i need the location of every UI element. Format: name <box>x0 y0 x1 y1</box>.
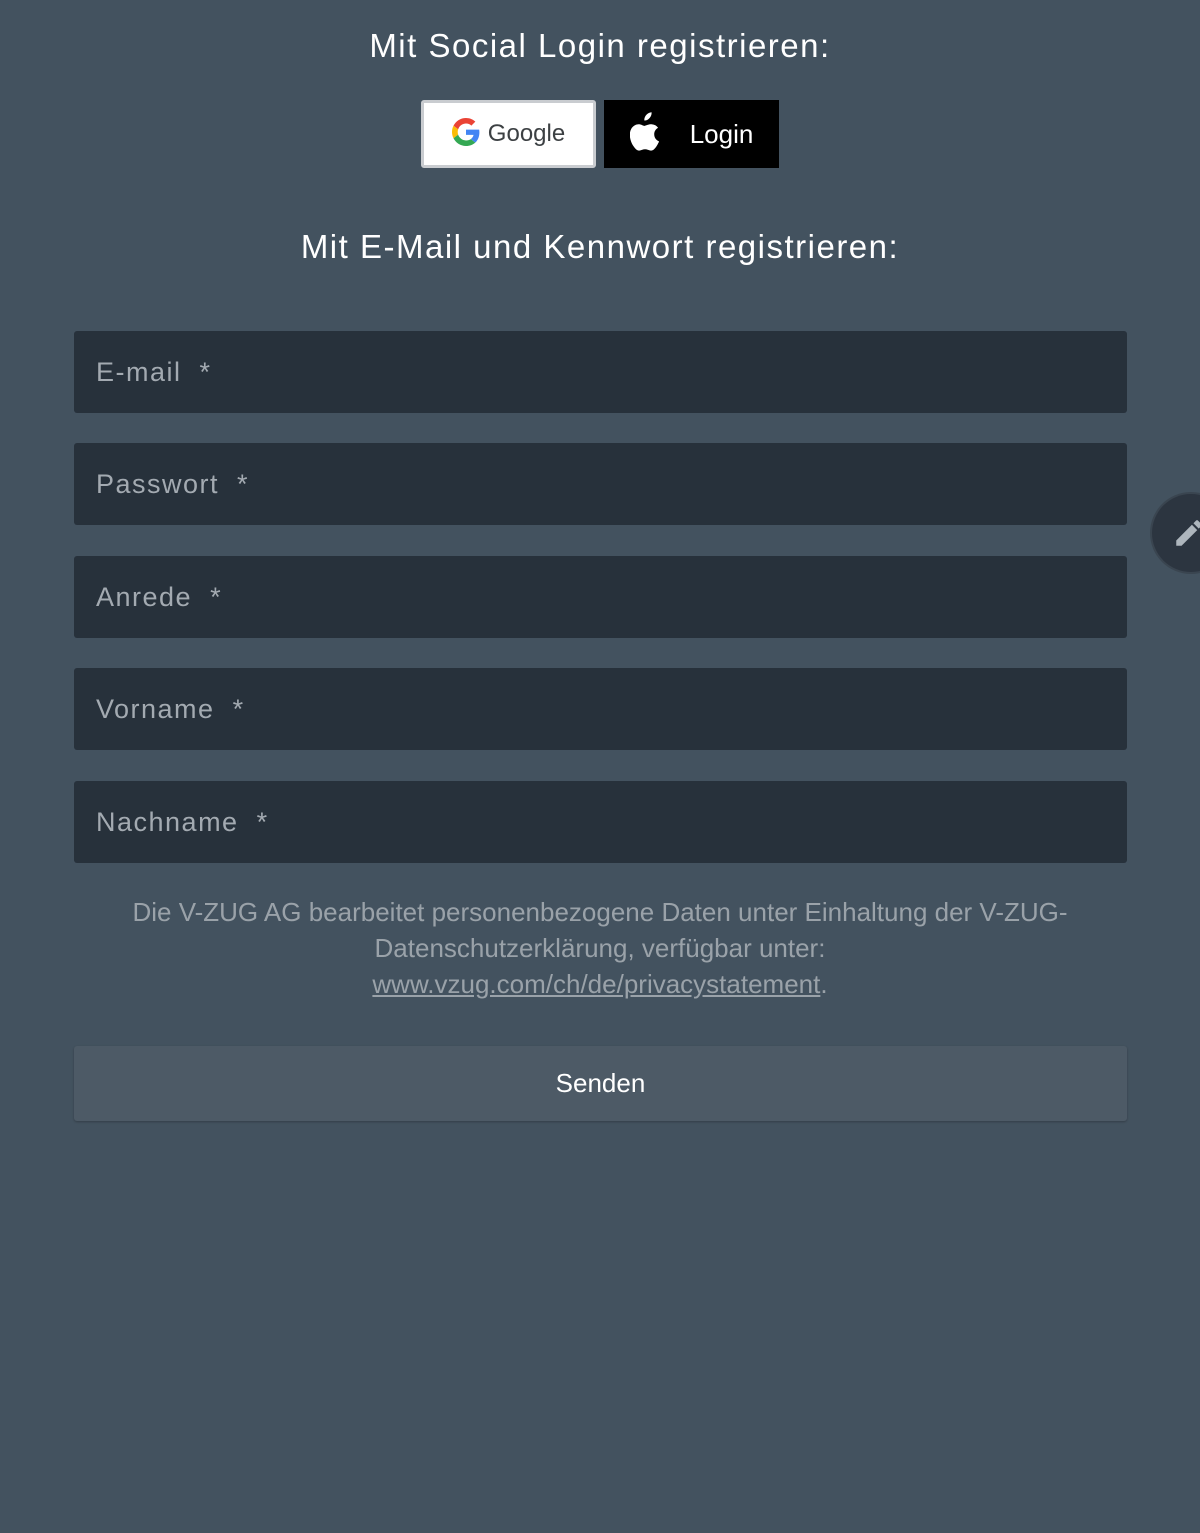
submit-button[interactable]: Senden <box>74 1046 1127 1121</box>
social-login-buttons: Google Login <box>0 100 1200 168</box>
password-input[interactable] <box>74 443 1127 525</box>
firstname-field-container <box>74 668 1127 750</box>
registration-page: Mit Social Login registrieren: Google Lo… <box>0 0 1200 1533</box>
email-signup-heading: Mit E-Mail und Kennwort registrieren: <box>300 228 900 265</box>
apple-login-button[interactable]: Login <box>604 100 779 168</box>
lastname-input[interactable] <box>74 781 1127 863</box>
salutation-field-container <box>74 556 1127 638</box>
edit-floating-button[interactable] <box>1152 494 1200 572</box>
privacy-statement-link[interactable]: www.vzug.com/ch/de/privacystatement <box>372 969 820 999</box>
apple-icon <box>629 111 662 157</box>
pencil-icon <box>1176 520 1200 546</box>
salutation-input[interactable] <box>74 556 1127 638</box>
password-field-container <box>74 443 1127 525</box>
privacy-text: Die V-ZUG AG bearbeitet personenbezogene… <box>132 897 1068 963</box>
privacy-trailing: . <box>820 969 828 999</box>
apple-button-label: Login <box>689 118 754 149</box>
lastname-field-container <box>74 781 1127 863</box>
email-field-container <box>74 331 1127 413</box>
social-login-heading: Mit Social Login registrieren: <box>369 27 831 64</box>
email-input[interactable] <box>74 331 1127 413</box>
google-icon <box>451 117 480 151</box>
privacy-notice: Die V-ZUG AG bearbeitet personenbezogene… <box>100 894 1100 1002</box>
google-login-button[interactable]: Google <box>421 100 596 168</box>
firstname-input[interactable] <box>74 668 1127 750</box>
google-button-label: Google <box>487 120 566 147</box>
